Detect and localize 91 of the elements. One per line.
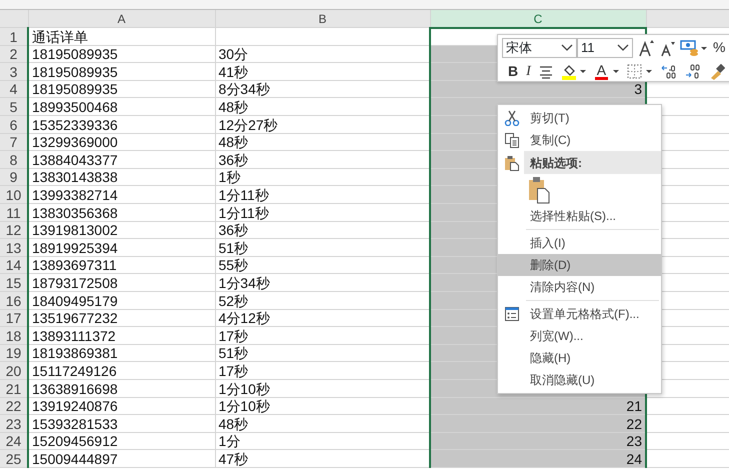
row-header[interactable]: 19: [0, 344, 28, 362]
row-header[interactable]: 4: [0, 80, 28, 98]
table-cell: 18919925394: [28, 238, 215, 256]
format-cells-icon: [504, 306, 520, 322]
row-header[interactable]: 25: [0, 450, 28, 468]
row-header[interactable]: 24: [0, 432, 28, 450]
font-color-button[interactable]: A: [594, 63, 620, 80]
row-header[interactable]: 8: [0, 150, 28, 168]
row-header[interactable]: 9: [0, 168, 28, 186]
table-cell: 18409495179: [28, 292, 215, 310]
format-painter-icon[interactable]: [709, 64, 726, 80]
table-cell: 13884043377: [28, 150, 215, 168]
percent-button[interactable]: %: [713, 37, 726, 58]
caret-icon: [561, 44, 573, 52]
table-cell: 13638916698: [28, 379, 215, 398]
paste-button[interactable]: [528, 176, 550, 204]
bold-button[interactable]: B: [508, 61, 518, 82]
row-header[interactable]: 18: [0, 326, 28, 344]
menu-section-header: 粘贴选项:: [524, 151, 661, 174]
table-cell: 13919240876: [28, 397, 215, 415]
table-cell: 18993500468: [28, 98, 215, 116]
table-cell: 13993382714: [28, 186, 215, 204]
table-cell: 13519677232: [28, 309, 215, 327]
italic-button[interactable]: I: [526, 61, 531, 82]
increase-decimal-icon[interactable]: [661, 64, 678, 80]
menu-item[interactable]: 删除(D): [498, 254, 661, 276]
column-header[interactable]: B: [215, 10, 430, 28]
table-cell: 13893697311: [28, 256, 215, 274]
row-header[interactable]: 22: [0, 397, 28, 415]
table-cell: 13299369000: [28, 133, 215, 151]
table-cell: 18195089935: [28, 62, 215, 80]
table-cell: 23: [626, 433, 642, 449]
row-header[interactable]: 23: [0, 414, 28, 432]
row-header[interactable]: 17: [0, 309, 28, 327]
row-header[interactable]: 15: [0, 274, 28, 292]
menu-item[interactable]: 列宽(W)...: [498, 325, 661, 347]
table-cell: 13893111372: [28, 326, 215, 344]
caret-icon: [617, 44, 629, 52]
cut-icon: [504, 110, 520, 126]
table-cell: 15009444897: [28, 450, 215, 468]
menu-item[interactable]: 插入(I): [498, 232, 661, 254]
row-header[interactable]: 21: [0, 379, 28, 398]
row-header[interactable]: 6: [0, 116, 28, 134]
table-cell: 22: [626, 416, 642, 432]
table-cell: 21: [626, 398, 642, 414]
table-cell: 13830356368: [28, 204, 215, 222]
table-cell: 15209456912: [28, 432, 215, 450]
align-center-icon[interactable]: [538, 64, 553, 78]
table-cell: 15352339336: [28, 116, 215, 134]
row-header[interactable]: 10: [0, 186, 28, 204]
row-header[interactable]: 20: [0, 362, 28, 380]
paste-icon: [504, 155, 520, 171]
currency-icon[interactable]: [680, 38, 708, 56]
table-cell: 3: [634, 81, 642, 97]
table-cell: 13830143838: [28, 168, 215, 186]
table-cell: 15117249126: [28, 362, 215, 380]
row-header[interactable]: 14: [0, 256, 28, 274]
fill-color-icon[interactable]: [560, 62, 587, 80]
row-header[interactable]: 11: [0, 204, 28, 222]
table-cell: 18195089935: [28, 80, 215, 98]
font-size-select[interactable]: 11: [577, 38, 633, 58]
table-cell: 18793172508: [28, 274, 215, 292]
copy-icon: [504, 132, 520, 148]
borders-icon[interactable]: [627, 64, 654, 80]
menu-item[interactable]: 设置单元格格式(F)...: [498, 303, 661, 325]
grow-font-icon[interactable]: [638, 38, 654, 56]
row-header[interactable]: 3: [0, 62, 28, 80]
font-select[interactable]: 宋体: [502, 38, 577, 58]
row-header[interactable]: 12: [0, 221, 28, 239]
row-header[interactable]: 7: [0, 133, 28, 151]
menu-item[interactable]: 选择性粘贴(S)...: [498, 205, 661, 227]
table-cell: 18193869381: [28, 344, 215, 362]
row-header[interactable]: 5: [0, 98, 28, 116]
table-cell: 通话详单: [28, 28, 215, 46]
menu-item[interactable]: 剪切(T): [498, 107, 661, 129]
table-cell: 24: [626, 450, 642, 466]
row-header[interactable]: 16: [0, 292, 28, 310]
column-header[interactable]: A: [28, 10, 215, 28]
menu-item[interactable]: 取消隐藏(U): [498, 369, 661, 391]
table-cell: 13919813002: [28, 221, 215, 239]
table-cell: 18195089935: [28, 45, 215, 63]
menu-item[interactable]: 隐藏(H): [498, 347, 661, 369]
row-header[interactable]: 13: [0, 238, 28, 256]
table-cell: 15393281533: [28, 414, 215, 432]
caret-icon: [613, 70, 620, 74]
menu-item[interactable]: 清除内容(N): [498, 276, 661, 298]
column-header[interactable]: C: [430, 10, 646, 28]
decrease-decimal-icon[interactable]: [685, 64, 702, 80]
row-header[interactable]: 2: [0, 45, 28, 63]
row-header[interactable]: 1: [0, 28, 28, 46]
menu-item[interactable]: 复制(C): [498, 129, 661, 151]
